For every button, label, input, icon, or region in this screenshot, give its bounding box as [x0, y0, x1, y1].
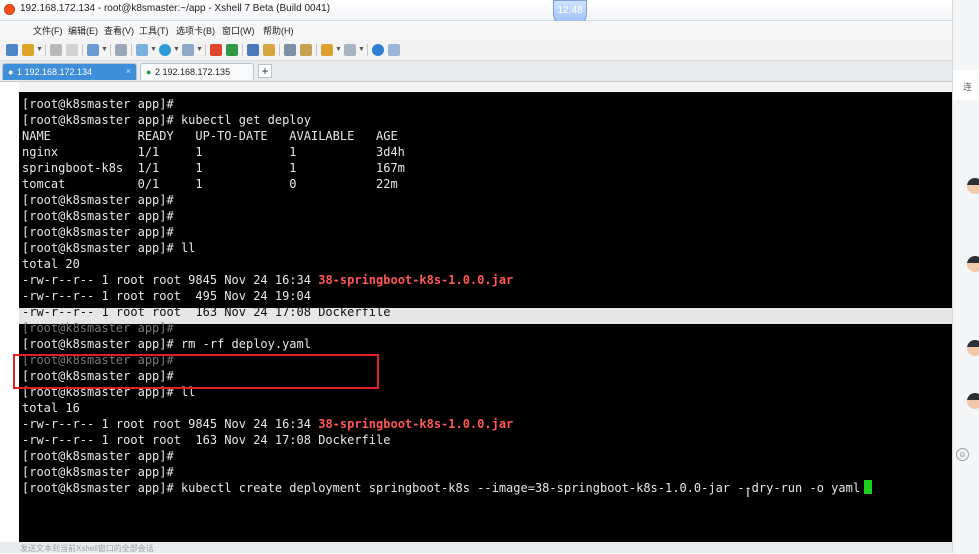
- chevron-down-icon[interactable]: ▼: [335, 46, 342, 53]
- keyboard-icon[interactable]: [284, 44, 296, 56]
- chevron-down-icon[interactable]: ▼: [196, 46, 203, 53]
- terminal-line: [root@k8smaster app]# kubectl get deploy: [22, 113, 311, 127]
- menu-view[interactable]: 查看(V): [104, 24, 134, 37]
- terminal-gutter: [0, 82, 19, 542]
- text-cursor-icon: I: [746, 484, 750, 500]
- clock-text: 12:48: [557, 5, 583, 16]
- font-icon[interactable]: [182, 44, 194, 56]
- tab-label: 2 192.168.172.135: [155, 67, 231, 77]
- lock-icon[interactable]: [263, 44, 275, 56]
- menu-tools[interactable]: 工具(T): [139, 24, 169, 37]
- terminal-line: [root@k8smaster app]#: [22, 97, 174, 111]
- reconnect-icon[interactable]: [50, 44, 62, 56]
- toolbar-separator: [316, 44, 317, 56]
- terminal-line: [root@k8smaster app]#: [22, 193, 174, 207]
- jar-filename: 38-springboot-k8s-1.0.0.jar: [318, 417, 514, 431]
- color-scheme-icon[interactable]: [159, 44, 171, 56]
- toolbar-separator: [82, 44, 83, 56]
- status-bar: 发送文本到当前Xshell窗口的全部会话: [0, 542, 952, 553]
- terminal-line: [root@k8smaster app]#: [22, 449, 174, 463]
- chevron-down-icon[interactable]: ▼: [36, 46, 43, 53]
- terminal-line: NAME READY UP-TO-DATE AVAILABLE AGE: [22, 129, 398, 143]
- avatar[interactable]: [967, 393, 979, 409]
- chevron-down-icon[interactable]: ▼: [173, 46, 180, 53]
- tab-bar: ● 1 192.168.172.134 × ● 2 192.168.172.13…: [0, 61, 952, 82]
- terminal-line: springboot-k8s 1/1 1 1 167m: [22, 161, 405, 175]
- transfer-icon[interactable]: [321, 44, 333, 56]
- terminal-line: [root@k8smaster app]#: [22, 225, 174, 239]
- terminal-line: [root@k8smaster app]#: [22, 321, 174, 335]
- properties-icon[interactable]: [87, 44, 99, 56]
- jar-filename: 38-springboot-k8s-1.0.0.jar: [318, 273, 514, 287]
- find-icon[interactable]: [115, 44, 127, 56]
- toolbar-separator: [242, 44, 243, 56]
- toolbar-separator: [367, 44, 368, 56]
- terminal-line: -rw-r--r-- 1 root root 495 Nov 24 19:04 …: [22, 289, 398, 303]
- open-folder-icon[interactable]: [22, 44, 34, 56]
- session-status-icon: ●: [146, 67, 152, 77]
- terminal-output[interactable]: [root@k8smaster app]# [root@k8smaster ap…: [19, 92, 952, 542]
- chevron-down-icon[interactable]: ▼: [101, 46, 108, 53]
- terminal-line: total 16: [22, 401, 80, 415]
- copy-icon[interactable]: [136, 44, 148, 56]
- menu-tab[interactable]: 选项卡(B): [176, 24, 215, 37]
- emoji-icon[interactable]: ☺: [956, 448, 969, 461]
- script-icon[interactable]: [300, 44, 312, 56]
- terminal-line: [root@k8smaster app]#: [22, 209, 174, 223]
- close-icon[interactable]: ×: [126, 66, 131, 76]
- terminal-line-current-command: [root@k8smaster app]# kubectl create dep…: [22, 480, 873, 496]
- chat-icon[interactable]: [388, 44, 400, 56]
- terminal-line: tomcat 0/1 1 0 22m: [22, 177, 398, 191]
- menu-window[interactable]: 窗口(W): [222, 24, 255, 37]
- xmanager-icon[interactable]: [226, 44, 238, 56]
- toolbar: ▼ ▼ ▼ ▼ ▼ ▼ ▼: [0, 40, 952, 61]
- toolbar-separator: [131, 44, 132, 56]
- help-icon[interactable]: [372, 44, 384, 56]
- tab-session-2[interactable]: ● 2 192.168.172.135: [140, 63, 254, 80]
- toolbar-separator: [45, 44, 46, 56]
- annotation-highlight-box: [13, 354, 379, 389]
- chevron-down-icon[interactable]: ▼: [358, 46, 365, 53]
- layout-icon[interactable]: [344, 44, 356, 56]
- avatar[interactable]: [967, 256, 979, 272]
- fullscreen-icon[interactable]: [247, 44, 259, 56]
- tab-label: 1 192.168.172.134: [17, 67, 93, 77]
- avatar[interactable]: [967, 178, 979, 194]
- terminal-line: nginx 1/1 1 1 3d4h: [22, 145, 405, 159]
- terminal-line: -rw-r--r-- 1 root root 9845 Nov 24 16:34…: [22, 273, 514, 287]
- side-panel: 连 ☺: [952, 0, 979, 553]
- avatar[interactable]: [967, 340, 979, 356]
- compose-bar-hint[interactable]: 发送文本到当前Xshell窗口的全部会话: [20, 543, 154, 554]
- title-bar: 192.168.172.134 - root@k8smaster:~/app -…: [0, 0, 952, 30]
- terminal-line: [root@k8smaster app]# ll: [22, 241, 196, 255]
- tab-session-1[interactable]: ● 1 192.168.172.134 ×: [2, 63, 137, 80]
- xshell-app-icon: [4, 4, 15, 15]
- terminal-line: [root@k8smaster app]#: [22, 465, 174, 479]
- xftp-icon[interactable]: [210, 44, 222, 56]
- menu-help[interactable]: 帮助(H): [263, 24, 294, 37]
- chevron-down-icon[interactable]: ▼: [150, 46, 157, 53]
- menu-edit[interactable]: 编辑(E): [68, 24, 98, 37]
- terminal-cursor: [864, 480, 873, 494]
- window-title: 192.168.172.134 - root@k8smaster:~/app -…: [20, 3, 331, 14]
- session-status-icon: ●: [8, 67, 14, 77]
- toolbar-separator: [205, 44, 206, 56]
- disconnect-icon[interactable]: [66, 44, 78, 56]
- menu-bar: 文件(F) 编辑(E) 查看(V) 工具(T) 选项卡(B) 窗口(W) 帮助(…: [0, 21, 952, 39]
- side-panel-label: 连: [963, 82, 973, 92]
- menu-file[interactable]: 文件(F): [33, 24, 63, 37]
- terminal-line: total 20: [22, 257, 80, 271]
- add-tab-button[interactable]: +: [258, 64, 272, 78]
- xshell-window: 192.168.172.134 - root@k8smaster:~/app -…: [0, 0, 952, 553]
- terminal-line: -rw-r--r-- 1 root root 163 Nov 24 17:08 …: [22, 305, 391, 319]
- toolbar-separator: [279, 44, 280, 56]
- terminal-line: -rw-r--r-- 1 root root 163 Nov 24 17:08 …: [22, 433, 391, 447]
- selected-filename: deploy.yaml: [318, 289, 398, 303]
- terminal-line-rm-command: [root@k8smaster app]# rm -rf deploy.yaml: [22, 337, 311, 351]
- terminal-line: -rw-r--r-- 1 root root 9845 Nov 24 16:34…: [22, 417, 514, 431]
- new-session-icon[interactable]: [6, 44, 18, 56]
- toolbar-separator: [110, 44, 111, 56]
